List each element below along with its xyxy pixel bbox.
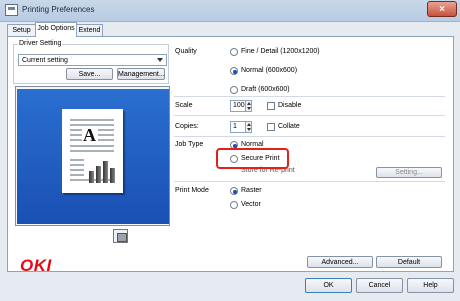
text-line [70,159,84,161]
copies-label: Copies: [175,123,199,130]
printer-app-icon [5,4,18,16]
copies-stepper[interactable] [246,121,252,133]
save-button[interactable]: Save... [66,68,113,80]
driver-setting-select[interactable]: Current setting [18,54,167,66]
raster-radio[interactable] [230,187,238,195]
disable-checkbox[interactable] [267,102,275,110]
bar-graphic [89,171,94,183]
quality-draft-radio[interactable] [230,86,238,94]
scale-stepper[interactable] [246,100,252,112]
text-line [70,134,82,136]
text-line [98,134,114,136]
preview-letter: A [83,125,96,145]
default-button[interactable]: Default [376,256,442,268]
collate-checkbox[interactable] [267,123,275,131]
text-line [98,129,114,131]
scale-label: Scale [175,102,193,109]
advanced-button[interactable]: Advanced... [307,256,373,268]
divider [174,181,445,182]
chevron-down-icon [157,58,163,62]
tab-job-options[interactable]: Job Options [35,22,77,37]
bar-graphic [110,168,115,183]
print-mode-label: Print Mode [175,187,209,194]
copies-input[interactable]: 1 [230,121,246,133]
help-button[interactable]: Help [407,278,454,293]
text-line [70,119,114,121]
close-button[interactable]: × [427,1,457,17]
quality-fine-label: Fine / Detail (1200x1200) [241,48,320,55]
paper-tray-icon[interactable] [113,229,128,243]
job-normal-label: Normal [241,141,264,148]
ok-button[interactable]: OK [305,278,352,293]
driver-setting-value: Current setting [22,57,68,64]
management-button[interactable]: Management... [117,68,165,80]
text-line [70,139,82,141]
divider [174,136,445,137]
scale-input[interactable]: 100 [230,100,246,112]
job-type-label: Job Type [175,141,204,148]
tab-setup[interactable]: Setup [7,24,36,36]
bar-graphic [103,161,108,183]
quality-fine-radio[interactable] [230,48,238,56]
driver-setting-label: Driver Setting [18,40,63,47]
text-line [70,150,114,152]
raster-label: Raster [241,187,262,194]
text-line [70,129,82,131]
tab-extend[interactable]: Extend [76,24,103,36]
text-line [98,139,114,141]
quality-normal-label: Normal (600x600) [241,67,298,74]
quality-normal-radio[interactable] [230,67,238,75]
preview-page [62,109,123,193]
disable-label: Disable [278,102,302,109]
text-line [70,164,84,166]
collate-label: Collate [278,123,300,130]
vector-label: Vector [241,201,261,208]
bar-graphic [96,166,101,183]
divider [174,96,445,97]
text-line [70,169,84,171]
divider [174,115,445,116]
quality-label: Quality [175,48,197,55]
cancel-button[interactable]: Cancel [356,278,403,293]
oki-logo: OKI [20,256,52,275]
job-setting-button[interactable]: Setting... [376,167,442,178]
vector-radio[interactable] [230,201,238,209]
secure-print-highlight [216,148,289,169]
quality-draft-label: Draft (600x600) [241,86,290,93]
window-title: Printing Preferences [22,5,95,14]
text-line [70,174,84,176]
